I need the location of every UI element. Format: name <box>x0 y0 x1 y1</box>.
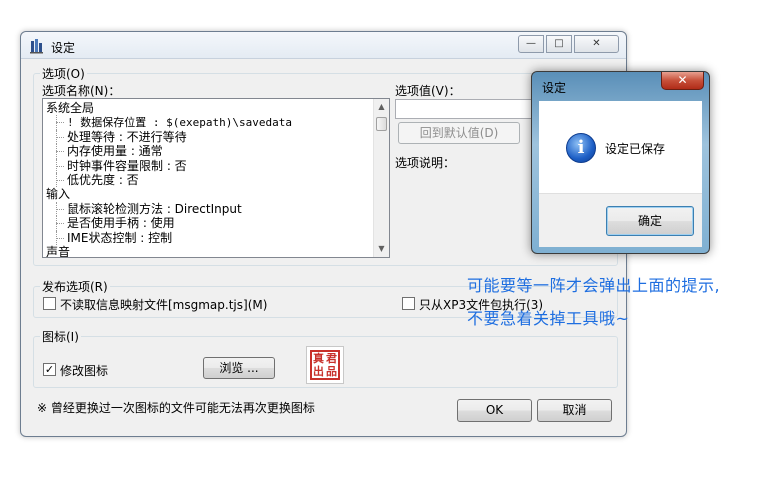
ok-button[interactable]: OK <box>457 399 532 422</box>
tree-option[interactable]: 内存使用量 : 通常 <box>45 144 373 159</box>
tree-category[interactable]: 输入 <box>45 187 373 201</box>
options-tree[interactable]: 系统全局! 数据保存位置 : $(exepath)\savedata 处理等待 :… <box>42 98 390 258</box>
no-msgmap-checkbox[interactable] <box>43 297 56 310</box>
maximize-button[interactable]: □ <box>546 35 572 53</box>
stamp-char: 出 <box>313 365 324 378</box>
title-bar[interactable]: 设定 — □ ✕ <box>21 32 626 59</box>
modify-icon-label: 修改图标 <box>60 364 109 378</box>
publish-group-label: 发布选项(R) <box>40 278 110 295</box>
stamp-char: 真 <box>313 352 324 365</box>
scroll-thumb[interactable] <box>376 117 387 131</box>
cancel-button[interactable]: 取消 <box>537 399 612 422</box>
tree-option[interactable]: 是否使用手柄 : 使用 <box>45 216 373 231</box>
annotation-line-1: 可能要等一阵才会弹出上面的提示, <box>467 276 721 295</box>
minimize-button[interactable]: — <box>518 35 544 53</box>
options-scrollbar[interactable]: ▲ ▼ <box>373 99 389 257</box>
xp3-only-checkbox[interactable] <box>402 297 415 310</box>
reset-default-button[interactable]: 回到默认值(D) <box>398 122 520 144</box>
tree-option[interactable]: ! 数据保存位置 : $(exepath)\savedata <box>45 115 373 131</box>
scroll-down-icon[interactable]: ▼ <box>374 241 389 257</box>
tree-item-label: 时钟事件容量限制 : 否 <box>67 158 187 173</box>
window-title: 设定 <box>51 41 76 55</box>
options-tree-items: 系统全局! 数据保存位置 : $(exepath)\savedata 处理等待 :… <box>45 101 373 258</box>
saved-message-dialog: 设定 ✕ i 设定已保存 确定 <box>531 71 710 254</box>
tree-item-label: 系统全局 <box>46 101 95 115</box>
options-group-label: 选项(O) <box>40 65 87 82</box>
tree-category[interactable]: 系统全局 <box>45 101 373 115</box>
stamp-char: 君 <box>326 352 337 365</box>
browse-button[interactable]: 浏览 ... <box>203 357 275 379</box>
modify-icon-checkbox[interactable]: ✓ <box>43 363 56 376</box>
tree-item-label: 输入 <box>46 187 71 202</box>
scroll-up-icon[interactable]: ▲ <box>374 99 389 115</box>
tree-item-label: 处理等待 : 不进行等待 <box>67 129 187 144</box>
icon-change-note: ※ 曾经更换过一次图标的文件可能无法再次更换图标 <box>37 401 315 415</box>
icon-preview: 真 君 出 品 <box>306 346 344 384</box>
option-desc-label: 选项说明： <box>395 156 456 170</box>
app-icon <box>30 39 43 54</box>
dialog-footer: 确定 <box>539 193 702 247</box>
dialog-message: 设定已保存 <box>605 142 666 156</box>
tree-item-label: 鼠标滚轮检测方法 : DirectInput <box>67 201 242 216</box>
tree-item-label: 是否使用手柄 : 使用 <box>67 216 175 231</box>
tree-item-label: 低优先度 : 否 <box>67 172 139 187</box>
dialog-ok-button[interactable]: 确定 <box>606 206 694 236</box>
tree-option[interactable]: IME状态控制 : 控制 <box>45 230 373 246</box>
tree-item-label: ! 数据保存位置 : $(exepath)\savedata <box>67 116 292 130</box>
tree-category[interactable]: 声音 <box>45 244 373 258</box>
tree-item-label: IME状态控制 : 控制 <box>67 230 173 245</box>
option-value-label: 选项值(V)： <box>395 84 461 98</box>
stamp-char: 品 <box>326 365 337 378</box>
stamp-logo-icon: 真 君 出 品 <box>310 350 340 380</box>
dialog-title: 设定 <box>542 81 567 95</box>
tree-option[interactable]: 处理等待 : 不进行等待 <box>45 129 373 145</box>
info-icon: i <box>566 133 596 163</box>
no-msgmap-label: 不读取信息映射文件[msgmap.tjs](M) <box>60 298 268 312</box>
icon-group-label: 图标(I) <box>40 328 81 345</box>
close-button[interactable]: ✕ <box>574 35 619 53</box>
dialog-body: i 设定已保存 <box>539 101 702 193</box>
annotation-line-2: 不要急着关掉工具哦~ <box>467 309 630 328</box>
tree-option[interactable]: 低优先度 : 否 <box>45 172 373 188</box>
tree-option[interactable]: 鼠标滚轮检测方法 : DirectInput <box>45 201 373 217</box>
tree-option[interactable]: 时钟事件容量限制 : 否 <box>45 158 373 174</box>
tree-item-label: 声音 <box>46 244 71 258</box>
dialog-close-button[interactable]: ✕ <box>661 72 704 90</box>
tree-item-label: 内存使用量 : 通常 <box>67 144 163 159</box>
option-name-label: 选项名称(N)： <box>42 84 121 98</box>
